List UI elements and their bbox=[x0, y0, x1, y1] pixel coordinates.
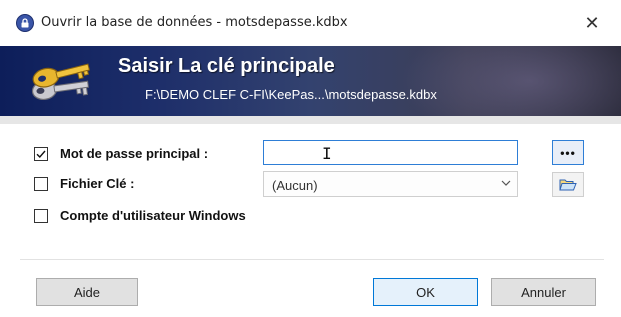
key-file-checkbox[interactable] bbox=[34, 177, 48, 191]
chevron-down-icon bbox=[501, 180, 511, 186]
checkmark-icon bbox=[36, 150, 46, 159]
key-file-selected-value: (Aucun) bbox=[272, 178, 318, 193]
banner-separator bbox=[0, 116, 621, 124]
lock-icon bbox=[16, 14, 34, 32]
close-button[interactable]: ✕ bbox=[572, 8, 612, 38]
windows-account-label: Compte d'utilisateur Windows bbox=[60, 208, 246, 223]
header-banner: Saisir La clé principale F:\DEMO CLEF C-… bbox=[0, 46, 621, 116]
cancel-button[interactable]: Annuler bbox=[491, 278, 596, 306]
help-button[interactable]: Aide bbox=[36, 278, 138, 306]
banner-glow bbox=[400, 46, 621, 116]
key-file-label: Fichier Clé : bbox=[60, 176, 135, 191]
footer-divider bbox=[20, 259, 604, 260]
cancel-button-label: Annuler bbox=[521, 284, 566, 300]
keys-icon bbox=[31, 63, 90, 101]
help-button-label: Aide bbox=[73, 284, 101, 300]
key-file-select[interactable]: (Aucun) bbox=[263, 171, 518, 197]
close-icon: ✕ bbox=[584, 12, 600, 34]
master-password-label: Mot de passe principal : bbox=[60, 146, 209, 161]
master-password-checkbox[interactable] bbox=[34, 147, 48, 161]
ok-button[interactable]: OK bbox=[373, 278, 478, 306]
title-bar: Ouvrir la base de données - motsdepasse.… bbox=[0, 0, 621, 46]
text-cursor-icon: I bbox=[322, 144, 332, 163]
folder-open-icon bbox=[559, 179, 577, 191]
show-password-button[interactable]: ••• bbox=[552, 140, 584, 165]
database-path: F:\DEMO CLEF C-FI\KeePas...\motsdepasse.… bbox=[145, 87, 437, 102]
master-password-input[interactable]: I bbox=[263, 140, 518, 165]
windows-account-checkbox[interactable] bbox=[34, 209, 48, 223]
browse-key-file-button[interactable] bbox=[552, 172, 584, 197]
ok-button-label: OK bbox=[416, 284, 435, 300]
banner-title: Saisir La clé principale bbox=[118, 55, 335, 77]
ellipsis-icon: ••• bbox=[560, 145, 576, 160]
window-title: Ouvrir la base de données - motsdepasse.… bbox=[41, 15, 348, 30]
